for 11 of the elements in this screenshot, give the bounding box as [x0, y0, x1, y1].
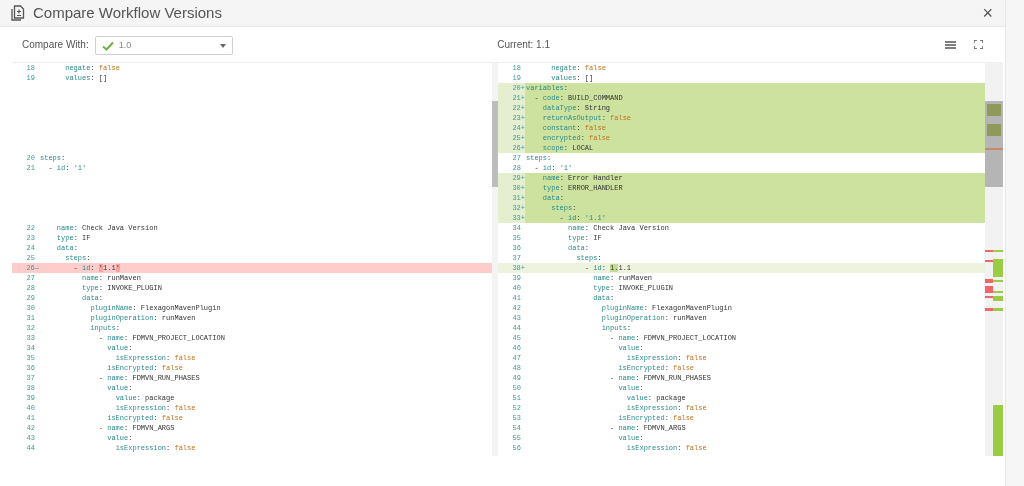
dropdown-caret-icon	[219, 43, 226, 48]
close-button[interactable]: ×	[982, 4, 993, 22]
menu-icon[interactable]	[945, 40, 956, 49]
check-icon	[101, 40, 114, 51]
current-version-label: Current: 1.1	[497, 38, 550, 52]
version-dropdown[interactable]: 1.0	[94, 36, 233, 55]
scrollbar-thumb[interactable]	[492, 101, 498, 187]
fullscreen-icon[interactable]	[974, 40, 983, 49]
compare-with-label: Compare With:	[22, 38, 89, 52]
window-title: Compare Workflow Versions	[33, 2, 222, 23]
document-compare-icon	[11, 5, 25, 21]
